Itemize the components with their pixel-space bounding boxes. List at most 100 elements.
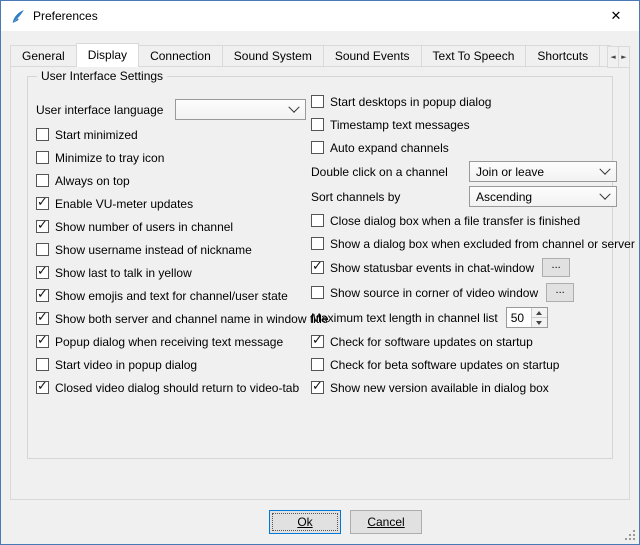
checkbox-icon bbox=[36, 335, 49, 348]
close-button[interactable]: ✕ bbox=[593, 1, 639, 31]
checkbox-video-source-corner[interactable]: Show source in corner of video window bbox=[311, 280, 538, 305]
checkbox-label: Closed video dialog should return to vid… bbox=[55, 381, 299, 395]
cancel-button[interactable]: Cancel bbox=[350, 510, 422, 534]
checkbox-popup-on-text-message[interactable]: Popup dialog when receiving text message bbox=[36, 330, 308, 353]
language-select[interactable] bbox=[175, 99, 306, 120]
display-tab-pane: User Interface Settings User interface l… bbox=[10, 66, 630, 500]
double-click-select[interactable]: Join or leave bbox=[469, 161, 617, 182]
checkbox-icon bbox=[36, 197, 49, 210]
checkbox-minimize-to-tray[interactable]: Minimize to tray icon bbox=[36, 146, 308, 169]
checkbox-label: Show both server and channel name in win… bbox=[55, 312, 329, 326]
checkbox-icon bbox=[311, 381, 324, 394]
tab-scroll-right-icon[interactable]: ► bbox=[618, 46, 630, 68]
checkbox-desktops-popup[interactable]: Start desktops in popup dialog bbox=[311, 90, 617, 113]
chevron-down-icon bbox=[288, 101, 299, 112]
checkbox-close-on-transfer-finished[interactable]: Close dialog box when a file transfer is… bbox=[311, 209, 617, 232]
dropdown-value: Ascending bbox=[476, 190, 532, 204]
app-logo-icon bbox=[9, 8, 26, 25]
tab-text-to-speech[interactable]: Text To Speech bbox=[421, 45, 527, 67]
checkbox-last-to-talk-yellow[interactable]: Show last to talk in yellow bbox=[36, 261, 308, 284]
checkbox-vu-meter-updates[interactable]: Enable VU-meter updates bbox=[36, 192, 308, 215]
checkbox-icon bbox=[311, 286, 324, 299]
checkbox-icon bbox=[36, 289, 49, 302]
language-row: User interface language bbox=[36, 96, 308, 123]
checkbox-label: Auto expand channels bbox=[330, 141, 449, 155]
tab-general[interactable]: General bbox=[10, 45, 77, 67]
tab-display[interactable]: Display bbox=[76, 43, 139, 67]
resize-grip[interactable] bbox=[623, 528, 636, 541]
checkbox-icon bbox=[311, 118, 324, 131]
tab-sound-events[interactable]: Sound Events bbox=[323, 45, 422, 67]
checkbox-label: Close dialog box when a file transfer is… bbox=[330, 214, 580, 228]
checkbox-show-user-count[interactable]: Show number of users in channel bbox=[36, 215, 308, 238]
checkbox-start-minimized[interactable]: Start minimized bbox=[36, 123, 308, 146]
checkbox-video-popup-dialog[interactable]: Start video in popup dialog bbox=[36, 353, 308, 376]
sort-channels-label: Sort channels by bbox=[311, 190, 400, 204]
checkbox-dialog-on-excluded[interactable]: Show a dialog box when excluded from cha… bbox=[311, 232, 617, 255]
chevron-down-icon bbox=[599, 163, 610, 174]
checkbox-label: Start video in popup dialog bbox=[55, 358, 197, 372]
cancel-button-label: Cancel bbox=[367, 515, 404, 529]
checkbox-label: Popup dialog when receiving text message bbox=[55, 335, 283, 349]
checkbox-label: Always on top bbox=[55, 174, 130, 188]
max-text-length-spinner[interactable]: 50 bbox=[506, 307, 548, 328]
max-text-length-row: Maximum text length in channel list 50 bbox=[311, 305, 617, 330]
checkbox-icon bbox=[36, 312, 49, 325]
checkbox-icon bbox=[36, 266, 49, 279]
statusbar-events-row: Show statusbar events in chat-window ... bbox=[311, 255, 617, 280]
checkbox-label: Show source in corner of video window bbox=[330, 286, 538, 300]
checkbox-icon bbox=[36, 381, 49, 394]
checkbox-label: Show statusbar events in chat-window bbox=[330, 261, 534, 275]
max-text-length-label: Maximum text length in channel list bbox=[311, 311, 498, 325]
checkbox-label: Minimize to tray icon bbox=[55, 151, 164, 165]
title-bar[interactable]: Preferences ✕ bbox=[1, 1, 639, 31]
checkbox-icon bbox=[36, 128, 49, 141]
checkbox-emojis-and-text[interactable]: Show emojis and text for channel/user st… bbox=[36, 284, 308, 307]
ok-button-label: Ok bbox=[297, 515, 312, 529]
tab-sound-system[interactable]: Sound System bbox=[222, 45, 324, 67]
checkbox-statusbar-events[interactable]: Show statusbar events in chat-window bbox=[311, 255, 534, 280]
checkbox-icon bbox=[311, 261, 324, 274]
checkbox-new-version-dialog[interactable]: Show new version available in dialog box bbox=[311, 376, 617, 399]
checkbox-label: Start minimized bbox=[55, 128, 138, 142]
checkbox-check-beta-updates[interactable]: Check for beta software updates on start… bbox=[311, 353, 617, 376]
checkbox-icon bbox=[311, 335, 324, 348]
checkbox-closed-video-return[interactable]: Closed video dialog should return to vid… bbox=[36, 376, 308, 399]
checkbox-label: Start desktops in popup dialog bbox=[330, 95, 491, 109]
checkbox-icon bbox=[311, 237, 324, 250]
checkbox-label: Check for beta software updates on start… bbox=[330, 358, 559, 372]
ok-button[interactable]: Ok bbox=[269, 510, 341, 534]
tab-shortcuts[interactable]: Shortcuts bbox=[525, 45, 600, 67]
checkbox-check-updates[interactable]: Check for software updates on startup bbox=[311, 330, 617, 353]
preferences-dialog: Preferences ✕ General Display Connection… bbox=[0, 0, 640, 545]
checkbox-auto-expand-channels[interactable]: Auto expand channels bbox=[311, 136, 617, 159]
checkbox-icon bbox=[311, 141, 324, 154]
checkbox-icon bbox=[36, 151, 49, 164]
tab-connection[interactable]: Connection bbox=[138, 45, 223, 67]
checkbox-icon bbox=[36, 243, 49, 256]
checkbox-label: Timestamp text messages bbox=[330, 118, 470, 132]
checkbox-server-channel-in-title[interactable]: Show both server and channel name in win… bbox=[36, 307, 308, 330]
checkbox-icon bbox=[36, 220, 49, 233]
chevron-down-icon bbox=[599, 188, 610, 199]
checkbox-icon bbox=[36, 174, 49, 187]
statusbar-events-more-button[interactable]: ... bbox=[542, 258, 570, 277]
checkbox-icon bbox=[311, 358, 324, 371]
tab-scrollers: ◄ ► bbox=[608, 46, 630, 68]
checkbox-show-username[interactable]: Show username instead of nickname bbox=[36, 238, 308, 261]
video-source-row: Show source in corner of video window ..… bbox=[311, 280, 617, 305]
double-click-label: Double click on a channel bbox=[311, 165, 448, 179]
spin-up-button[interactable] bbox=[532, 308, 547, 317]
checkbox-timestamp-messages[interactable]: Timestamp text messages bbox=[311, 113, 617, 136]
checkbox-label: Show a dialog box when excluded from cha… bbox=[330, 237, 635, 251]
user-interface-settings-group: User Interface Settings User interface l… bbox=[27, 76, 613, 459]
checkbox-always-on-top[interactable]: Always on top bbox=[36, 169, 308, 192]
video-source-more-button[interactable]: ... bbox=[546, 283, 574, 302]
spin-down-button[interactable] bbox=[532, 317, 547, 327]
spin-down-icon bbox=[536, 321, 542, 325]
checkbox-icon bbox=[311, 214, 324, 227]
checkbox-label: Enable VU-meter updates bbox=[55, 197, 193, 211]
spin-up-icon bbox=[536, 311, 542, 315]
checkbox-icon bbox=[311, 95, 324, 108]
sort-channels-select[interactable]: Ascending bbox=[469, 186, 617, 207]
